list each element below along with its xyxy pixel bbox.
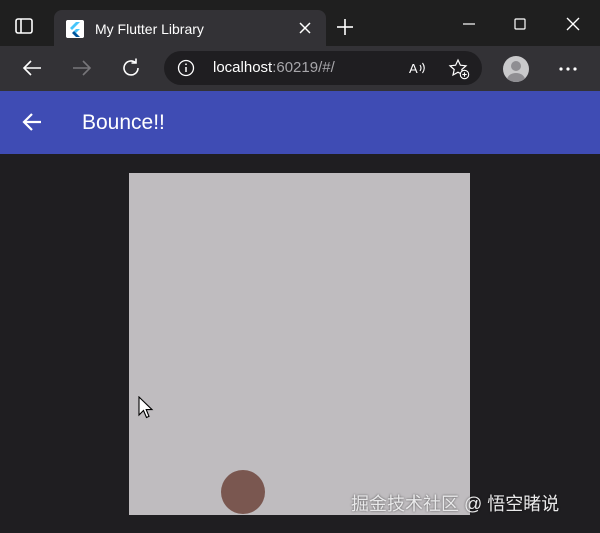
svg-text:A: A xyxy=(409,61,418,76)
watermark-text: 掘金技术社区 @ 悟空睹说 xyxy=(351,494,560,514)
address-bar[interactable]: localhost:60219/#/ A xyxy=(164,51,482,85)
flutter-logo-icon xyxy=(66,20,84,38)
mouse-cursor-icon xyxy=(138,396,154,419)
profile-avatar-icon[interactable] xyxy=(503,56,529,82)
app-back-arrow-icon[interactable] xyxy=(21,111,43,133)
url-text: localhost:60219/#/ xyxy=(213,59,335,77)
minimize-icon[interactable] xyxy=(461,16,477,32)
back-arrow-icon[interactable] xyxy=(21,57,43,79)
more-options-icon[interactable] xyxy=(557,58,579,80)
maximize-icon[interactable] xyxy=(512,16,528,32)
tab-strip: My Flutter Library xyxy=(0,0,600,46)
browser-toolbar: localhost:60219/#/ A xyxy=(0,46,600,91)
tab-close-icon[interactable] xyxy=(296,19,314,37)
url-host: localhost xyxy=(213,59,273,76)
page-title: Bounce!! xyxy=(82,111,165,134)
app-body xyxy=(0,154,600,533)
read-aloud-icon[interactable]: A xyxy=(408,58,428,78)
browser-window: My Flutter Library localhost:60219/#/ A … xyxy=(0,0,600,533)
forward-arrow-icon[interactable] xyxy=(71,57,93,79)
tab-title: My Flutter Library xyxy=(95,21,204,37)
app-bar: Bounce!! xyxy=(0,91,600,154)
url-path: :60219/#/ xyxy=(272,59,335,76)
person-icon xyxy=(507,61,525,82)
bounce-canvas[interactable] xyxy=(129,173,470,515)
site-info-icon[interactable] xyxy=(177,59,195,77)
bouncing-ball xyxy=(221,470,265,514)
refresh-icon[interactable] xyxy=(120,57,142,79)
tab-actions-icon[interactable] xyxy=(14,16,34,36)
add-favorite-icon[interactable] xyxy=(448,58,470,80)
close-window-icon[interactable] xyxy=(564,15,582,33)
active-tab[interactable]: My Flutter Library xyxy=(54,10,326,46)
new-tab-plus-icon[interactable] xyxy=(336,18,354,36)
